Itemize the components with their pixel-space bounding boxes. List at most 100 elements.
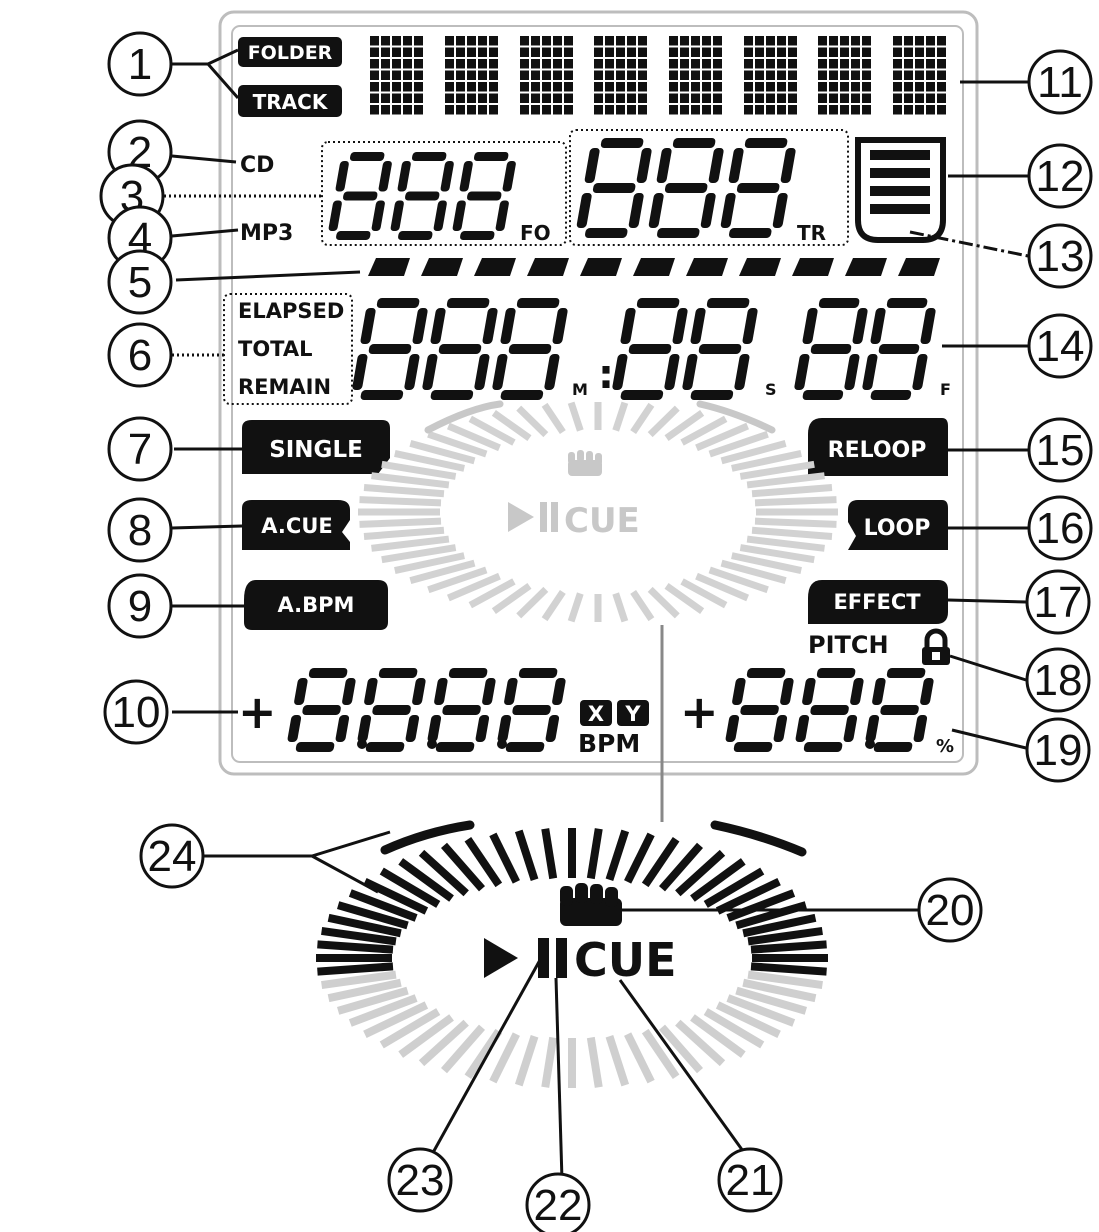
callout-number: 1 [128, 40, 152, 89]
seconds-digit [682, 298, 758, 400]
pause-bar-b-small [551, 502, 558, 532]
touch-arc-left [380, 820, 475, 855]
progress-segment [421, 258, 463, 276]
pitch-digit [795, 668, 864, 752]
jog-ring-segment [363, 484, 445, 498]
callout-number: 15 [1036, 426, 1085, 475]
track-digit [648, 138, 724, 238]
memory-buffer-icon [855, 137, 946, 243]
jog-ring-segment [371, 535, 450, 552]
track-label: TRACK [253, 90, 329, 114]
bpm-digit [497, 668, 566, 752]
a-cue-label: A.CUE [261, 514, 332, 538]
jog-ring-segment [359, 517, 442, 528]
minutes-digit [492, 298, 568, 400]
folder-number-digits [328, 152, 516, 240]
callout-number: 13 [1036, 232, 1085, 281]
matrix-char-cell [520, 36, 573, 115]
bpm-digit [357, 668, 426, 752]
jog-ring-segment [567, 401, 584, 432]
reloop-label: RELOOP [828, 438, 927, 463]
loop-label: LOOP [864, 516, 931, 541]
callout-number: 7 [128, 425, 152, 474]
track-number-digits [576, 138, 796, 238]
bpm-digit [427, 668, 496, 752]
jog-ring-segment [750, 962, 827, 976]
matrix-char-cell [893, 36, 946, 115]
folder-digit [328, 152, 392, 240]
pause-bar-a-small [540, 502, 547, 532]
hand-icon [560, 883, 622, 926]
jog-ring-segment [612, 401, 629, 432]
folder-label: FOLDER [248, 42, 333, 64]
jog-ring-segment [586, 1036, 603, 1088]
play-icon-small [508, 502, 534, 532]
elapsed-label: ELAPSED [238, 299, 344, 323]
jog-ring-segment [750, 940, 827, 954]
jog-ring-segment [363, 526, 445, 540]
jog-ring-segment [605, 829, 630, 881]
callout-number: 10 [112, 688, 161, 737]
jog-ring-segment [751, 484, 833, 498]
minutes-digit [352, 298, 428, 400]
percent-label: % [936, 736, 954, 757]
pitch-digit [865, 668, 934, 752]
pitch-label: PITCH [808, 631, 889, 659]
jog-ring-segment [541, 828, 558, 880]
jog-ring-segment [359, 496, 442, 507]
mp3-indicator: MP3 [240, 221, 293, 246]
progress-segment [474, 258, 516, 276]
jog-ring-segment [630, 589, 655, 622]
jog-ring-segment [514, 829, 539, 881]
progress-bar [368, 258, 940, 276]
frames-digit [794, 298, 868, 400]
callout-number: 5 [128, 258, 152, 307]
progress-segment [527, 258, 569, 276]
callout-number: 8 [128, 506, 152, 555]
jog-wheel-indicator-large [316, 828, 828, 1088]
total-label: TOTAL [238, 337, 313, 361]
folder-digit [390, 152, 454, 240]
effect-label: EFFECT [833, 590, 921, 614]
jog-ring-segment [605, 1035, 630, 1087]
progress-segment [686, 258, 728, 276]
matrix-char-cell [594, 36, 647, 115]
folder-digit [452, 152, 516, 240]
track-digit [720, 138, 796, 238]
jog-ring-segment [746, 535, 825, 552]
matrix-char-cell [669, 36, 722, 115]
matrix-char-cell [744, 36, 797, 115]
lcd-display-diagram: FOLDER TRACK CD MP3 FO TR ELAPSED TOTAL … [99, 10, 1093, 1232]
single-label: SINGLE [269, 437, 363, 463]
jog-ring-segment [317, 940, 394, 954]
jog-ring-segment [754, 496, 837, 507]
callout-number: 6 [128, 331, 152, 380]
cue-indicator-small: CUE [564, 501, 640, 541]
progress-segment [368, 258, 410, 276]
jog-ring-segment [514, 1035, 539, 1087]
jog-ring-segment [541, 402, 566, 435]
time-display-digits [352, 298, 936, 400]
jog-ring-segment [567, 592, 584, 623]
cue-indicator: CUE [574, 933, 677, 987]
jog-ring-segment [630, 402, 655, 435]
matrix-char-cell [445, 36, 498, 115]
cd-indicator: CD [240, 153, 274, 178]
progress-segment [580, 258, 622, 276]
seconds-label: S [765, 380, 777, 399]
pitch-digit [725, 668, 794, 752]
jog-ring-segment [751, 526, 833, 540]
callout-number: 20 [926, 886, 975, 935]
bpm-sign: + [238, 685, 277, 739]
jog-ring-segment [754, 517, 837, 528]
progress-segment [845, 258, 887, 276]
callout-number: 9 [128, 582, 152, 631]
bpm-digits [287, 668, 566, 752]
matrix-char-cell [370, 36, 423, 115]
dot-matrix-text-display [370, 36, 946, 115]
remain-label: REMAIN [238, 375, 331, 399]
callout-number: 18 [1034, 656, 1083, 705]
pause-bar-b [556, 938, 567, 978]
callout-number: 24 [148, 832, 197, 881]
jog-ring-segment [317, 962, 394, 976]
